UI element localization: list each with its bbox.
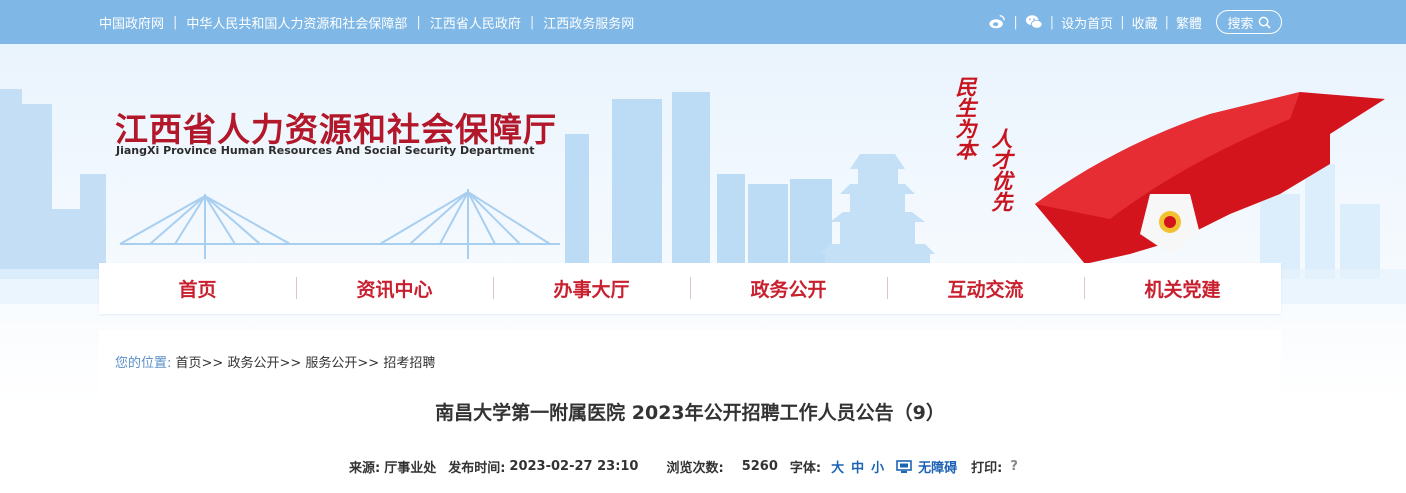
font-large-button[interactable]: 大 (831, 457, 844, 476)
divider: | (1164, 14, 1169, 30)
link-gov-cn[interactable]: 中国政府网 (99, 13, 164, 32)
nav-item-government-affairs[interactable]: 政务公开 (690, 275, 887, 302)
font-size-label: 字体: (789, 461, 822, 476)
accessibility-button[interactable]: 无障碍 (918, 457, 957, 476)
divider: | (1049, 14, 1055, 30)
font-small-button[interactable]: 小 (871, 457, 884, 476)
font-medium-button[interactable]: 中 (851, 457, 864, 476)
link-jiangxi-gov[interactable]: 江西省人民政府 (430, 13, 521, 32)
divider: | (1120, 14, 1125, 30)
traditional-chinese-link[interactable]: 繁體 (1176, 13, 1202, 32)
print-icon[interactable]: ? (1010, 459, 1018, 474)
breadcrumb-service-disclosure[interactable]: 服务公开>> (305, 356, 379, 371)
divider: | (416, 14, 421, 30)
breadcrumb-home[interactable]: 首页>> (176, 356, 224, 371)
main-nav: 首页 资讯中心 办事大厅 政务公开 互动交流 机关党建 (99, 263, 1281, 314)
link-mohrss[interactable]: 中华人民共和国人力资源和社会保障部 (186, 13, 407, 32)
nav-item-home[interactable]: 首页 (99, 275, 296, 302)
divider: | (173, 14, 178, 30)
content-panel: 您的位置: 首页>> 政务公开>> 服务公开>> 招考招聘 南昌大学第一附属医院… (99, 330, 1281, 493)
views-label: 浏览次数: (666, 461, 724, 476)
source-value: 厅事业处 (384, 461, 437, 476)
site-title-english: JiangXi Province Human Resources And Soc… (116, 144, 535, 157)
article-title: 南昌大学第一附属医院 2023年公开招聘工作人员公告（9） (435, 402, 945, 424)
breadcrumb: 您的位置: 首页>> 政务公开>> 服务公开>> 招考招聘 (115, 352, 435, 371)
source-label: 来源: (349, 461, 381, 476)
nav-item-party-building[interactable]: 机关党建 (1084, 275, 1281, 302)
breadcrumb-recruitment[interactable]: 招考招聘 (383, 356, 435, 371)
breadcrumb-label: 您的位置: (115, 356, 172, 371)
nav-item-service-hall[interactable]: 办事大厅 (493, 275, 690, 302)
search-icon (1258, 16, 1271, 29)
set-home-link[interactable]: 设为首页 (1061, 13, 1113, 32)
top-links: 中国政府网 | 中华人民共和国人力资源和社会保障部 | 江西省人民政府 | 江西… (99, 0, 634, 44)
nav-item-news-center[interactable]: 资讯中心 (296, 275, 493, 302)
date-value: 2023-02-27 23:10 (509, 459, 639, 474)
top-right-tools: | | 设为首页 | 收藏 | 繁體 搜索 (988, 0, 1282, 44)
divider: | (1013, 14, 1018, 30)
accessibility-icon[interactable] (896, 459, 912, 474)
article-meta: 来源: 厅事业处 发布时间: 2023-02-27 23:10 浏览次数: 52… (349, 457, 1018, 476)
search-button[interactable]: 搜索 (1216, 10, 1282, 34)
print-label: 打印: (971, 461, 1003, 476)
nav-item-interaction[interactable]: 互动交流 (887, 275, 1084, 302)
wechat-icon[interactable] (1025, 13, 1043, 31)
favorite-link[interactable]: 收藏 (1132, 13, 1158, 32)
divider: | (529, 14, 535, 30)
weibo-icon[interactable] (988, 13, 1006, 31)
slogan-people-first: 民生为本 (953, 76, 978, 160)
search-label: 搜索 (1227, 16, 1254, 32)
link-jiangxi-services[interactable]: 江西政务服务网 (543, 13, 634, 32)
views-value: 5260 (741, 459, 778, 474)
top-bar: 中国政府网 | 中华人民共和国人力资源和社会保障部 | 江西省人民政府 | 江西… (0, 0, 1406, 44)
slogan-talent-first: 人才优先 (989, 128, 1014, 212)
breadcrumb-government-affairs[interactable]: 政务公开>> (227, 356, 301, 371)
date-label: 发布时间: (448, 461, 506, 476)
